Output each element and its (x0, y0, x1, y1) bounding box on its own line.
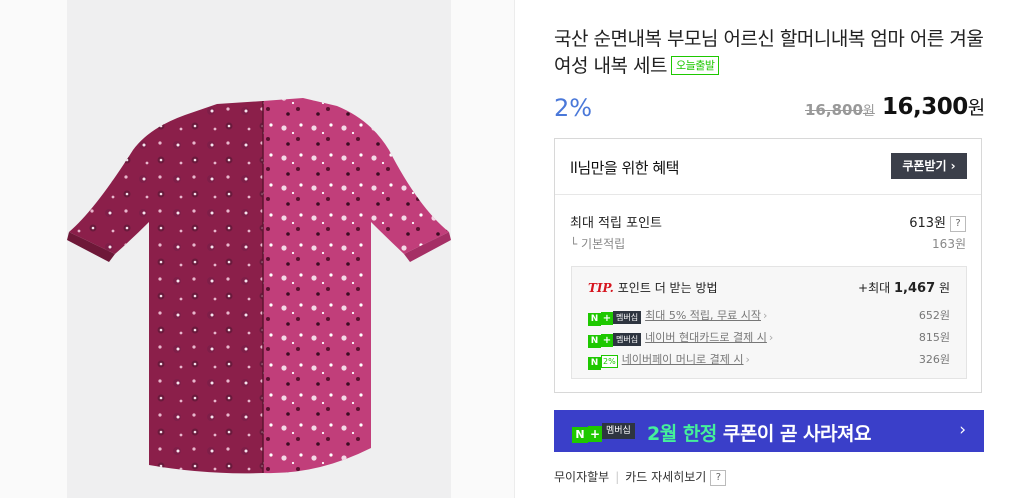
tip-item-hyundai-card[interactable]: N + 멤버십 네이버 현대카드로 결제 시 › (588, 329, 774, 348)
product-title-text: 국산 순면내복 부모님 어르신 할머니내복 엄마 어른 겨울 여성 내복 세트 (554, 28, 984, 77)
link-separator: | (615, 470, 620, 484)
product-image-panel (0, 0, 514, 498)
tip-item-value: 652원 (918, 309, 950, 322)
plus-icon: + (588, 426, 602, 442)
shirt-image (67, 98, 451, 474)
banner-message: 쿠폰이 곧 사라져요 (716, 423, 872, 445)
tip-item-label[interactable]: 네이버페이 머니로 결제 시 (622, 353, 744, 366)
naver-n-icon: N (588, 313, 601, 326)
card-detail-link[interactable]: 카드 자세히보기 (625, 470, 706, 484)
installment-link[interactable]: 무이자할부 (554, 470, 609, 484)
tip-heading: TIP. 포인트 더 받는 방법 (588, 279, 718, 296)
membership-label: 멤버십 (613, 311, 642, 324)
max-points-value: 613원 (909, 216, 946, 231)
banner-highlight: 2월 한정 (647, 423, 717, 445)
tip-item-value: 326원 (918, 353, 950, 366)
tip-item-naverpay-money[interactable]: N 2% 네이버페이 머니로 결제 시 › (588, 351, 750, 370)
plus-icon: + (601, 334, 613, 347)
tip-total-value: 1,467 (894, 281, 936, 296)
naverpay-percent-pill-icon: N 2% (588, 355, 618, 370)
naver-membership-pill-icon: N + 멤버십 (588, 333, 642, 348)
benefit-header: ll님만을 위한 혜택 쿠폰받기 › (555, 139, 981, 195)
naver-n-icon: N (588, 357, 601, 370)
sale-price: 16,300원 (882, 93, 985, 120)
tip-total-prefix: +최대 (858, 281, 891, 295)
chevron-right-icon: › (959, 420, 966, 440)
tip-prefix: TIP. (588, 281, 614, 295)
max-points-value-wrap: 613원? (909, 212, 966, 232)
naver-membership-pill-icon: N + 멤버십 (588, 311, 642, 326)
card-help-icon[interactable]: ? (710, 470, 727, 486)
membership-coupon-banner[interactable]: N + 멤버십 2월 한정 쿠폰이 곧 사라져요 › (554, 410, 984, 452)
naver-membership-pill-icon: N + 멤버십 (572, 423, 635, 443)
naver-n-icon: N (588, 335, 601, 348)
sale-price-unit: 원 (967, 97, 985, 119)
banner-text: 2월 한정 쿠폰이 곧 사라져요 (647, 419, 871, 446)
chevron-right-icon: › (745, 353, 750, 366)
base-points-value: 163원 (932, 237, 966, 251)
panel-divider (514, 0, 515, 498)
product-title: 국산 순면내복 부모님 어르신 할머니내복 엄마 어른 겨울 여성 내복 세트 오… (554, 26, 994, 80)
tip-title: 포인트 더 받는 방법 (617, 281, 718, 295)
original-price-value: 16,800 (805, 101, 863, 119)
benefit-title: ll님만을 위한 혜택 (570, 159, 679, 177)
original-price: 16,800원 (805, 100, 875, 119)
discount-rate: 2% (554, 94, 593, 122)
chevron-right-icon: › (768, 331, 774, 344)
sale-price-value: 16,300 (882, 94, 968, 120)
original-price-unit: 원 (862, 104, 875, 119)
tip-total: +최대 1,467 원 (858, 279, 950, 296)
get-coupon-button[interactable]: 쿠폰받기 › (891, 153, 967, 179)
benefit-box: ll님만을 위한 혜택 쿠폰받기 › 최대 적립 포인트 613원? └ 기본적… (554, 138, 982, 393)
tip-item-label[interactable]: 네이버 현대카드로 결제 시 (645, 331, 767, 344)
max-points-help-icon[interactable]: ? (950, 216, 966, 232)
base-points-label: └ 기본적립 (570, 237, 626, 251)
chevron-right-icon: › (763, 309, 768, 322)
tip-item-label[interactable]: 최대 5% 적립, 무료 시작 (645, 309, 761, 322)
max-points-label: 최대 적립 포인트 (570, 216, 662, 231)
tip-item-membership[interactable]: N + 멤버십 최대 5% 적립, 무료 시작 › (588, 307, 768, 326)
tip-total-unit: 원 (938, 281, 950, 295)
naver-n-icon: N (572, 427, 588, 443)
payment-links: 무이자할부 | 카드 자세히보기? (554, 468, 727, 486)
membership-label: 멤버십 (602, 423, 635, 439)
plus-icon: + (601, 312, 613, 325)
today-shipping-badge: 오늘출발 (670, 56, 720, 75)
membership-label: 멤버십 (613, 333, 642, 346)
tip-item-value: 815원 (918, 331, 950, 344)
product-photo[interactable] (67, 0, 451, 498)
tip-box: TIP. 포인트 더 받는 방법 +최대 1,467 원 N + 멤버십 최대 5% 적… (571, 266, 967, 379)
percent-label: 2% (601, 355, 618, 368)
